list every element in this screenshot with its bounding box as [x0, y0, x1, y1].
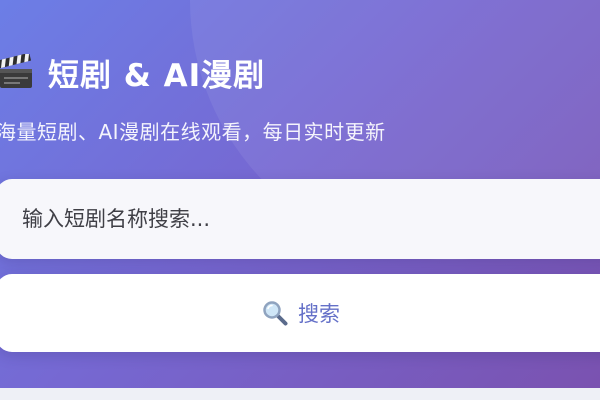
page-subtitle: 海量短剧、AI漫剧在线观看，每日实时更新 [0, 120, 386, 144]
content-area-edge [0, 388, 600, 400]
clapperboard-icon [0, 54, 32, 88]
magnifier-icon [263, 301, 288, 326]
page-title: 短剧 & AI漫剧 [0, 50, 265, 94]
search-button[interactable]: 搜索 [0, 274, 600, 352]
search-button-label: 搜索 [298, 302, 340, 326]
search-input[interactable] [0, 179, 600, 259]
title-text: 短剧 & AI漫剧 [48, 57, 266, 94]
hero-header: 短剧 & AI漫剧 海量短剧、AI漫剧在线观看，每日实时更新 搜索 [0, 0, 600, 388]
